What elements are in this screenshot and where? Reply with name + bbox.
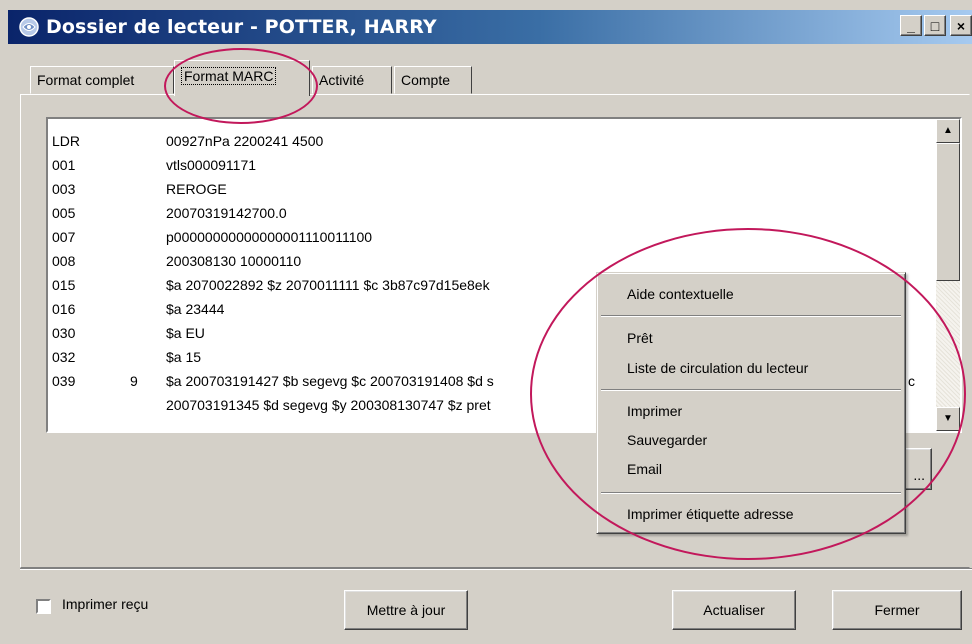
marc-tag: 008 bbox=[52, 253, 76, 269]
close-button[interactable]: Fermer bbox=[832, 590, 962, 630]
marc-tag: 032 bbox=[52, 349, 76, 365]
marc-value: $a EU bbox=[166, 325, 205, 341]
marc-indicator: 9 bbox=[130, 373, 138, 389]
marc-tag: 007 bbox=[52, 229, 76, 245]
scroll-down-arrow-icon[interactable]: ▼ bbox=[936, 407, 960, 431]
menu-separator bbox=[601, 315, 901, 317]
menu-item-imprimer-etiquette-adresse[interactable]: Imprimer étiquette adresse bbox=[627, 506, 794, 522]
tab-compte[interactable]: Compte bbox=[394, 66, 472, 94]
print-receipt-checkbox[interactable] bbox=[36, 599, 51, 614]
menu-item-sauvegarder[interactable]: Sauvegarder bbox=[627, 432, 707, 448]
context-menu: Aide contextuelle Prêt Liste de circulat… bbox=[596, 272, 906, 534]
minimize-button[interactable]: _ bbox=[900, 15, 922, 36]
marc-value: $a 15 bbox=[166, 349, 202, 365]
menu-item-email[interactable]: Email bbox=[627, 461, 662, 477]
menu-item-pret[interactable]: Prêt bbox=[627, 330, 653, 346]
marc-tag: 005 bbox=[52, 205, 76, 221]
close-window-button[interactable]: × bbox=[950, 15, 972, 36]
marc-tag: 016 bbox=[52, 301, 76, 317]
update-button[interactable]: Mettre à jour bbox=[344, 590, 468, 630]
marc-value: $a 23444 bbox=[166, 301, 225, 317]
marc-tag: 039 bbox=[52, 373, 76, 389]
menu-separator bbox=[601, 389, 901, 391]
title-bar[interactable]: Dossier de lecteur - POTTER, HARRY _ □ × bbox=[8, 10, 972, 44]
menu-separator bbox=[601, 492, 901, 494]
cut-off-text: c bbox=[908, 373, 915, 389]
tab-label: Compte bbox=[401, 72, 451, 88]
tab-label: Activité bbox=[319, 72, 365, 88]
patron-record-window: Dossier de lecteur - POTTER, HARRY _ □ ×… bbox=[0, 0, 972, 644]
marc-value: $a 200703191427 $b segevg $c 20070319140… bbox=[166, 373, 494, 389]
marc-value: vtls000091171 bbox=[166, 157, 257, 173]
menu-item-aide-contextuelle[interactable]: Aide contextuelle bbox=[627, 286, 734, 302]
marc-value: 20070319142700.0 bbox=[166, 205, 287, 221]
marc-value: $a 2070022892 $z 2070011111 $c 3b87c97d1… bbox=[166, 277, 490, 293]
marc-tag: 001 bbox=[52, 157, 76, 173]
tab-format-marc[interactable]: Format MARC bbox=[174, 60, 310, 96]
marc-value: 200308130 10000110 bbox=[166, 253, 302, 269]
marc-value: p00000000000000001110011100 bbox=[166, 229, 373, 245]
tab-activite[interactable]: Activité bbox=[312, 66, 392, 94]
refresh-button[interactable]: Actualiser bbox=[672, 590, 796, 630]
marc-tag: 030 bbox=[52, 325, 76, 341]
marc-value: 200703191345 $d segevg $y 200308130747 $… bbox=[166, 397, 491, 413]
marc-tag: 003 bbox=[52, 181, 76, 197]
vertical-scrollbar[interactable]: ▲ ▼ bbox=[936, 119, 960, 431]
marc-tag: LDR bbox=[52, 133, 81, 149]
print-receipt-label: Imprimer reçu bbox=[62, 596, 149, 612]
scrollbar-thumb[interactable] bbox=[936, 143, 960, 281]
marc-value: REROGE bbox=[166, 181, 227, 197]
tab-format-complet[interactable]: Format complet bbox=[30, 66, 174, 94]
maximize-button[interactable]: □ bbox=[924, 15, 946, 36]
tab-label: Format complet bbox=[37, 72, 135, 88]
app-icon bbox=[19, 17, 39, 37]
window-title: Dossier de lecteur - POTTER, HARRY bbox=[46, 16, 437, 38]
marc-value: 00927nPa 2200241 4500 bbox=[166, 133, 324, 149]
marc-tag: 015 bbox=[52, 277, 76, 293]
menu-item-imprimer[interactable]: Imprimer bbox=[627, 403, 682, 419]
scroll-up-arrow-icon[interactable]: ▲ bbox=[936, 119, 960, 143]
tab-label: Format MARC bbox=[181, 67, 277, 85]
footer-separator bbox=[20, 568, 972, 570]
menu-item-liste-circulation[interactable]: Liste de circulation du lecteur bbox=[627, 360, 808, 376]
